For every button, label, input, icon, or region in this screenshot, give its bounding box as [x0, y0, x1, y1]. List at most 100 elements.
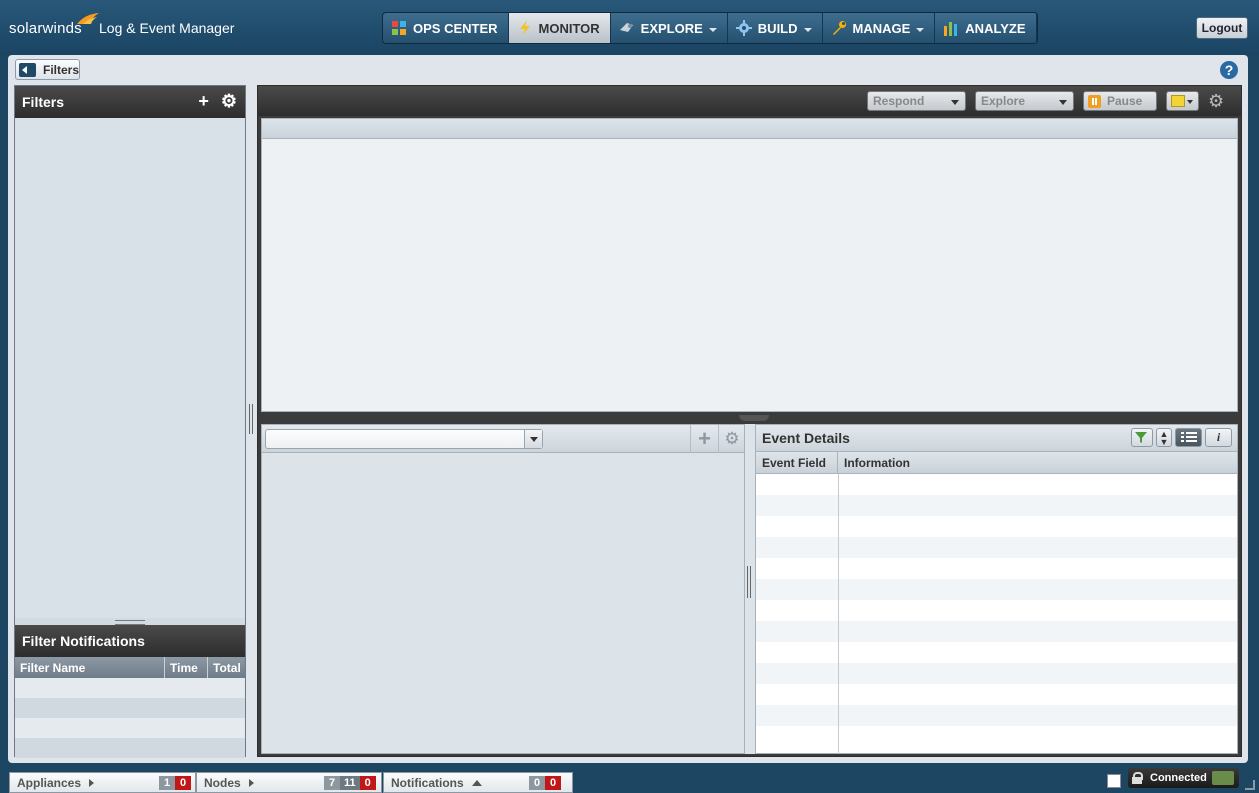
widget-select[interactable] [265, 429, 543, 449]
connection-label: Connected [1150, 772, 1207, 784]
plug-icon [1212, 771, 1234, 785]
event-details-header: Event Details ▲ ▼ i [756, 425, 1237, 451]
notifications-badges: 0 0 [529, 776, 561, 790]
pause-icon [1088, 94, 1101, 108]
table-row [756, 495, 1237, 516]
funnel-icon [1135, 431, 1147, 443]
explore-icon [619, 23, 633, 32]
product-name: Log & Event Manager [99, 20, 235, 36]
chevron-down-icon [916, 27, 925, 32]
list-view-icon[interactable] [1175, 428, 1202, 447]
chevron-down-icon [708, 27, 717, 32]
filters-header-tools: + ⚙ [198, 92, 237, 110]
column-time[interactable]: Time [165, 657, 208, 678]
nodes-status[interactable]: Nodes 7 11 0 [196, 772, 382, 793]
event-details-tools: ▲ ▼ i [1131, 428, 1232, 447]
alert-badge: 0 [545, 776, 561, 790]
highlighter-icon [1171, 95, 1185, 107]
gear-icon[interactable]: ⚙ [718, 425, 745, 453]
monitor-toolbar: Respond Explore Pause ⚙ [258, 86, 1241, 116]
collapse-panel-icon [19, 62, 36, 77]
appliances-status[interactable]: Appliances 1 0 [9, 772, 196, 793]
column-divider [838, 474, 839, 754]
chevron-down-icon[interactable] [524, 430, 542, 448]
tab-explore-label: EXPLORE [640, 20, 703, 36]
notifications-label: Notifications [391, 775, 464, 790]
event-details-title: Event Details [762, 430, 850, 446]
tab-ops-center[interactable]: OPS CENTER [383, 13, 509, 43]
nodes-label: Nodes [204, 775, 241, 790]
appliances-label: Appliances [17, 775, 82, 790]
tab-build-label: BUILD [757, 20, 798, 36]
filter-notifications-rows [15, 678, 245, 758]
brand-name: solarwinds [9, 20, 82, 37]
filters-title: Filters [22, 94, 65, 110]
tab-manage-label: MANAGE [852, 20, 911, 36]
pause-button[interactable]: Pause [1083, 91, 1157, 111]
appliances-badges: 1 0 [159, 776, 191, 790]
chevron-right-icon [89, 778, 95, 787]
column-total[interactable]: Total [208, 657, 245, 678]
event-grid [261, 118, 1238, 412]
respond-dropdown[interactable]: Respond [867, 91, 966, 111]
tab-build[interactable]: BUILD [727, 13, 823, 43]
horizontal-splitter[interactable] [261, 413, 1238, 422]
filters-panel: Filters + ⚙ Filter Notifications Filter … [14, 85, 246, 758]
tab-monitor-label: MONITOR [538, 20, 600, 36]
sort-icon[interactable]: ▲ ▼ [1156, 428, 1172, 447]
tab-monitor[interactable]: MONITOR [508, 13, 611, 43]
filters-toggle-button[interactable]: Filters [15, 59, 80, 80]
table-row [756, 537, 1237, 558]
alert-badge: 0 [175, 776, 191, 790]
panel-splitter[interactable] [15, 618, 245, 625]
chevron-right-icon [248, 778, 254, 787]
gear-icon[interactable]: ⚙ [221, 92, 237, 110]
bar-chart-icon [944, 22, 958, 36]
resize-grip-icon[interactable] [1245, 780, 1255, 790]
explore-dropdown[interactable]: Explore [975, 91, 1074, 111]
lock-icon [1132, 772, 1143, 784]
column-event-field[interactable]: Event Field [756, 452, 838, 473]
info-icon[interactable]: i [1205, 428, 1232, 447]
main-navigation: OPS CENTER MONITOR EXPLORE BUILD MANAGE … [382, 12, 1038, 44]
flame-icon [77, 13, 99, 24]
tab-analyze[interactable]: ANALYZE [935, 13, 1037, 43]
ops-center-icon [392, 21, 406, 35]
vertical-splitter-grip[interactable] [747, 566, 751, 598]
list-icon [1180, 432, 1197, 442]
event-details-columns: Event Field Information [756, 451, 1237, 474]
table-row [15, 738, 245, 758]
table-row [756, 600, 1237, 621]
count-badge: 7 [324, 776, 340, 790]
alert-badge: 0 [359, 776, 376, 790]
gear-icon[interactable]: ⚙ [1208, 91, 1224, 112]
status-checkbox[interactable] [1107, 774, 1121, 788]
count-badge: 1 [159, 776, 175, 790]
filter-add-icon[interactable] [1131, 428, 1153, 447]
lightning-icon [519, 20, 530, 36]
highlight-dropdown[interactable] [1166, 91, 1199, 111]
filters-toggle-label: Filters [42, 62, 79, 77]
widget-toolbar: + ⚙ [262, 425, 744, 453]
gear-icon [735, 20, 752, 36]
logout-button[interactable]: Logout [1196, 17, 1248, 39]
vertical-splitter-grip[interactable] [249, 404, 253, 434]
add-filter-icon[interactable]: + [198, 92, 209, 110]
count-badge: 11 [340, 776, 360, 790]
add-icon[interactable]: + [690, 425, 718, 453]
table-row [756, 705, 1237, 726]
table-row [756, 726, 1237, 747]
column-filter-name[interactable]: Filter Name [15, 657, 165, 678]
top-bar: solarwinds Log & Event Manager OPS CENTE… [0, 0, 1259, 55]
column-information[interactable]: Information [838, 452, 1237, 473]
table-row [15, 698, 245, 718]
event-grid-header [262, 119, 1237, 139]
tab-manage[interactable]: MANAGE [822, 13, 936, 43]
filters-header: Filters + ⚙ [15, 86, 245, 118]
event-details-rows [756, 474, 1237, 747]
tab-explore[interactable]: EXPLORE [610, 13, 728, 43]
tab-analyze-label: ANALYZE [965, 20, 1026, 36]
event-details-panel: Event Details ▲ ▼ i Event Field Informat… [755, 424, 1238, 754]
notifications-status[interactable]: Notifications 0 0 [383, 772, 573, 793]
help-icon[interactable]: ? [1220, 61, 1238, 79]
